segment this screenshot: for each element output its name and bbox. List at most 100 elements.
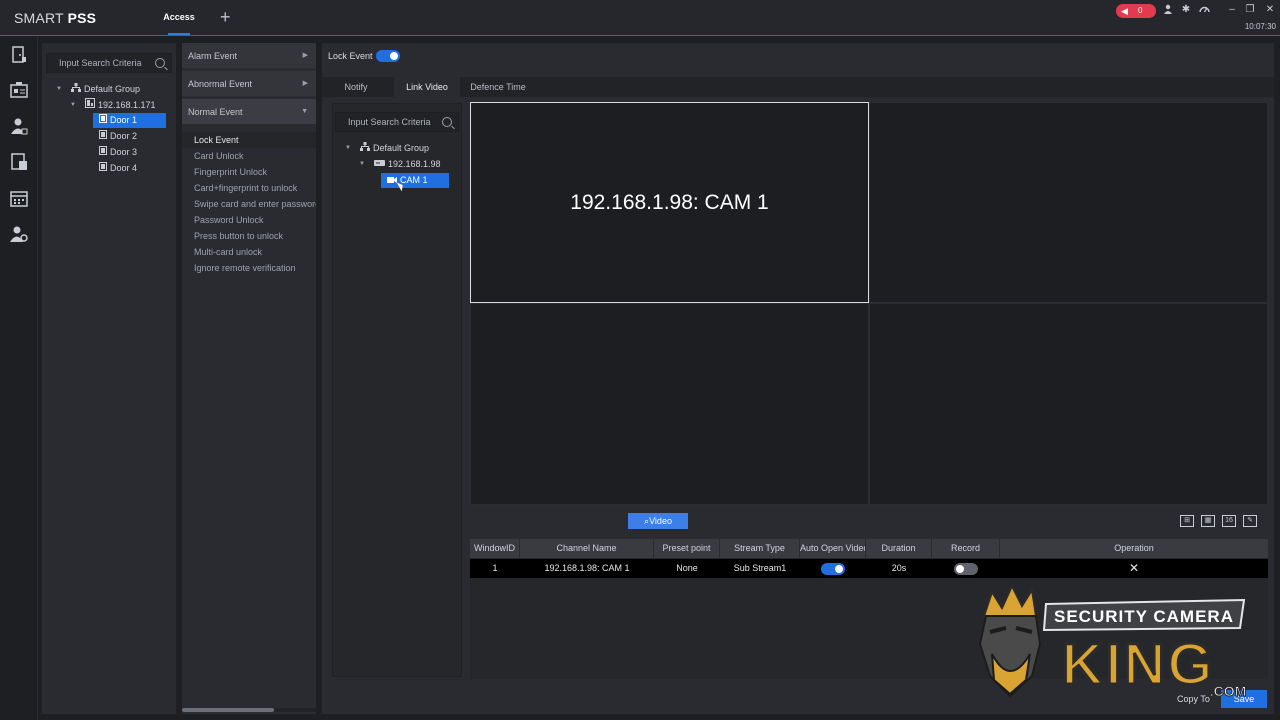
search-icon[interactable] [442, 117, 452, 127]
logo-line-2: KING [1062, 632, 1215, 697]
tab-notify[interactable]: Notify [328, 77, 384, 97]
event-item-press-button[interactable]: Press button to unlock [182, 228, 316, 244]
event-item-password-unlock[interactable]: Password Unlock [182, 212, 316, 228]
collapse-arrow-icon[interactable]: ▼ [56, 82, 62, 97]
video-window-grid: 192.168.1.98: CAM 1 [470, 102, 1268, 505]
restore-icon[interactable]: ❐ [1244, 4, 1256, 16]
cell-stream-type[interactable]: Sub Stream1 [720, 559, 800, 578]
camera-tree-group[interactable]: ▼ Default Group [345, 141, 429, 156]
collapse-arrow-icon[interactable]: ▼ [345, 141, 351, 156]
alarm-badge[interactable]: ◀ 0 [1116, 4, 1156, 18]
event-item-card-fingerprint[interactable]: Card+fingerprint to unlock [182, 180, 316, 196]
camera-device-label: 192.168.1.98 [388, 159, 441, 169]
video-window-2[interactable] [869, 102, 1268, 303]
calendar-icon[interactable] [10, 189, 28, 207]
camera-icon [387, 173, 397, 188]
door-icon [99, 145, 107, 160]
device-tree-panel: Input Search Criteria ▼ Default Group ▼ … [42, 43, 176, 714]
chevron-right-icon: ▶ [302, 80, 308, 87]
add-tab-icon[interactable]: + [220, 8, 231, 26]
layout-9-icon[interactable]: ▦ [1201, 515, 1215, 527]
camera-tree-channel[interactable]: CAM 1 [381, 173, 449, 188]
cell-preset-point[interactable]: None [654, 559, 720, 578]
logo-line-3: .COM [1210, 683, 1247, 699]
performance-icon[interactable] [1198, 4, 1210, 16]
category-alarm-event[interactable]: Alarm Event ▶ [182, 43, 316, 69]
col-preset-point: Preset point [654, 539, 720, 558]
camera-tree-panel: Input Search Criteria ▼ Default Group ▼ … [332, 103, 462, 677]
cell-window-id: 1 [492, 563, 498, 573]
col-auto-open-video: Auto Open Video [800, 539, 866, 558]
cell-auto-open-video [800, 559, 866, 578]
col-record: Record [932, 539, 1000, 558]
tree-device-label: 192.168.1.171 [98, 100, 156, 110]
access-level-icon[interactable] [10, 153, 28, 171]
col-duration: Duration [866, 539, 932, 558]
door-label: Door 3 [110, 147, 138, 157]
video-window-4[interactable] [869, 303, 1268, 505]
event-item-card-password[interactable]: Swipe card and enter password [182, 196, 316, 212]
access-controller-icon [85, 98, 95, 113]
door-config-icon[interactable] [10, 46, 28, 64]
edit-layout-icon[interactable]: ✎ [1243, 515, 1257, 527]
minimize-icon[interactable]: – [1226, 4, 1238, 16]
video-button[interactable]: ⌕Video [628, 513, 688, 529]
delete-icon[interactable]: ✕ [1000, 559, 1268, 578]
lock-event-toggle[interactable] [376, 50, 400, 62]
chevron-right-icon: ▶ [302, 52, 308, 59]
app-title-suffix: PSS [67, 10, 97, 26]
category-normal-event[interactable]: Normal Event ▼ [182, 99, 316, 125]
event-item-lock-event[interactable]: Lock Event [182, 132, 316, 148]
table-row[interactable]: 1 192.168.1.98: CAM 1 None Sub Stream1 2… [470, 559, 1268, 578]
camera-search-input[interactable]: Input Search Criteria [335, 112, 459, 132]
collapse-arrow-icon[interactable]: ▼ [70, 98, 76, 113]
camera-channel-label: CAM 1 [400, 175, 428, 185]
auto-open-video-toggle[interactable] [821, 563, 845, 575]
cell-duration[interactable]: 20s [866, 559, 932, 578]
person-icon[interactable] [10, 117, 28, 135]
tab-access[interactable]: Access [160, 0, 198, 35]
user-icon[interactable] [1162, 4, 1174, 16]
app-title: SMART PSS [14, 10, 96, 26]
layout-16-icon[interactable]: 16 [1222, 515, 1236, 527]
collapse-arrow-icon[interactable]: ▼ [359, 157, 365, 172]
camera-search-placeholder: Input Search Criteria [348, 117, 431, 127]
logo-line-1: SECURITY CAMERA [1054, 607, 1234, 626]
user-settings-icon[interactable] [10, 225, 28, 243]
close-icon[interactable]: ✕ [1264, 4, 1276, 16]
tree-group[interactable]: ▼ Default Group [56, 82, 140, 97]
search-icon[interactable] [155, 58, 165, 68]
layout-4-icon[interactable]: ⊞ [1180, 515, 1194, 527]
gear-icon[interactable]: ✱ [1180, 4, 1192, 16]
event-item-fingerprint-unlock[interactable]: Fingerprint Unlock [182, 164, 316, 180]
tab-bar: Notify Link Video Defence Time [322, 77, 1274, 97]
tree-door-4[interactable]: Door 4 [99, 161, 137, 176]
event-item-multi-card[interactable]: Multi-card unlock [182, 244, 316, 260]
tree-door-3[interactable]: Door 3 [99, 145, 137, 160]
video-window-1-label: 192.168.1.98: CAM 1 [570, 191, 769, 214]
category-abnormal-event[interactable]: Abnormal Event ▶ [182, 71, 316, 97]
event-item-card-unlock[interactable]: Card Unlock [182, 148, 316, 164]
record-toggle[interactable] [954, 563, 978, 575]
video-window-1[interactable]: 192.168.1.98: CAM 1 [470, 102, 869, 303]
tab-defence-time[interactable]: Defence Time [464, 77, 532, 97]
category-label: Abnormal Event [188, 79, 253, 89]
tree-device[interactable]: ▼ 192.168.1.171 [70, 98, 156, 113]
clock: 10:07:30 [1244, 22, 1276, 31]
video-window-3[interactable] [470, 303, 869, 505]
scrollbar-thumb[interactable] [182, 708, 274, 712]
tree-door-1[interactable]: Door 1 [93, 113, 166, 128]
device-search-input[interactable]: Input Search Criteria [46, 53, 172, 73]
camera-tree-device[interactable]: ▼ 192.168.1.98 [359, 157, 441, 172]
lock-event-row: Lock Event [328, 49, 400, 63]
alarm-count: 0 [1138, 6, 1143, 15]
department-icon[interactable] [10, 81, 28, 99]
title-bar: SMART PSS Access + ◀ 0 ✱ – ❐ ✕ 10:07:30 [0, 0, 1280, 36]
col-stream-type: Stream Type [720, 539, 800, 558]
horizontal-scrollbar[interactable] [182, 708, 316, 712]
device-search-placeholder: Input Search Criteria [59, 58, 142, 68]
event-item-ignore-remote[interactable]: Ignore remote verification [182, 260, 316, 276]
tab-link-video[interactable]: Link Video [394, 77, 460, 97]
col-window-id: WindowID [470, 539, 520, 558]
tree-door-2[interactable]: Door 2 [99, 129, 137, 144]
